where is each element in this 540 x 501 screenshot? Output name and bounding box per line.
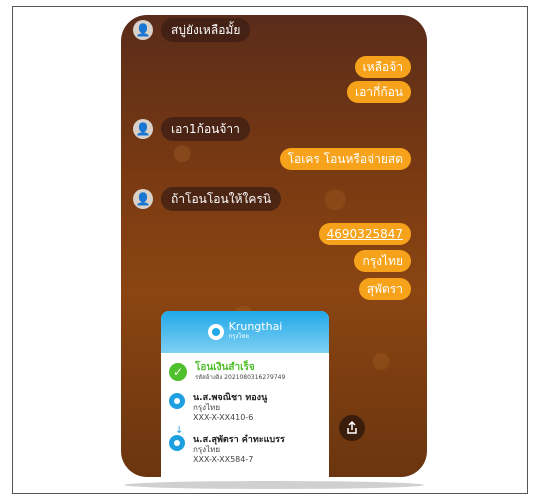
sender-account: XXX-X-XX410-6 <box>193 413 254 422</box>
incoming-message: 👤 ถ้าโอนโอนให้ใครนิ <box>133 187 282 211</box>
person-avatar-icon[interactable]: 👤 <box>133 189 153 209</box>
sender-name: น.ส.พจณิชา ทองนู <box>193 393 268 403</box>
sender-bank: กรุงไทย <box>193 403 221 412</box>
transfer-status: ✓ โอนเงินสำเร็จ รหัสอ้างอิง 202108031627… <box>169 363 285 383</box>
krungthai-bank-icon <box>169 435 185 451</box>
message-bubble: สบู่ยังเหลือมั้ย <box>161 18 251 42</box>
message-bubble: เอา1ก้อนจ้าา <box>161 117 250 141</box>
receiver-bank: กรุงไทย <box>193 445 221 454</box>
outgoing-message: เอากี่ก้อน <box>347 81 411 103</box>
receiver-info: น.ส.สุพัตรา คำทะแบรร กรุงไทย XXX-X-XX584… <box>169 435 285 465</box>
receiver-account: XXX-X-XX584-7 <box>193 455 254 464</box>
phone-shadow <box>124 481 424 489</box>
krungthai-logo-icon <box>207 324 224 340</box>
outgoing-message: สุพัตรา <box>358 278 411 300</box>
status-text: โอนเงินสำเร็จ <box>195 362 255 373</box>
outgoing-message: โอเคร โอนหรือจ่ายสด <box>279 148 411 170</box>
outgoing-message: เหลือจ้า <box>354 56 411 78</box>
incoming-message: 👤 สบู่ยังเหลือมั้ย <box>133 18 251 42</box>
sender-info: น.ส.พจณิชา ทองนู กรุงไทย XXX-X-XX410-6 <box>169 393 267 423</box>
check-circle-icon: ✓ <box>169 363 187 381</box>
share-button[interactable] <box>339 415 365 441</box>
message-bubble: ถ้าโอนโอนให้ใครนิ <box>161 187 282 211</box>
outgoing-message: กรุงไทย <box>354 250 411 272</box>
brand-name: Krungthai <box>228 320 283 333</box>
krungthai-bank-icon <box>169 393 185 409</box>
brand-subname: กรุงไทย <box>228 333 249 340</box>
transfer-slip-image[interactable]: Krungthai กรุงไทย ✓ โอนเงินสำเร็จ รหัสอ้… <box>161 311 329 477</box>
person-avatar-icon[interactable]: 👤 <box>133 119 153 139</box>
chat-screen: 👤 สบู่ยังเหลือมั้ย เหลือจ้า เอากี่ก้อน 👤… <box>121 15 427 477</box>
reference-number: รหัสอ้างอิง 2021080316279749 <box>195 374 286 381</box>
incoming-message: 👤 เอา1ก้อนจ้าา <box>133 117 250 141</box>
share-icon <box>347 421 357 434</box>
person-avatar-icon[interactable]: 👤 <box>133 20 153 40</box>
slip-header: Krungthai กรุงไทย <box>161 311 329 353</box>
receiver-name: น.ส.สุพัตรา คำทะแบรร <box>193 435 285 445</box>
account-number-link[interactable]: 4690325847 <box>318 223 411 245</box>
